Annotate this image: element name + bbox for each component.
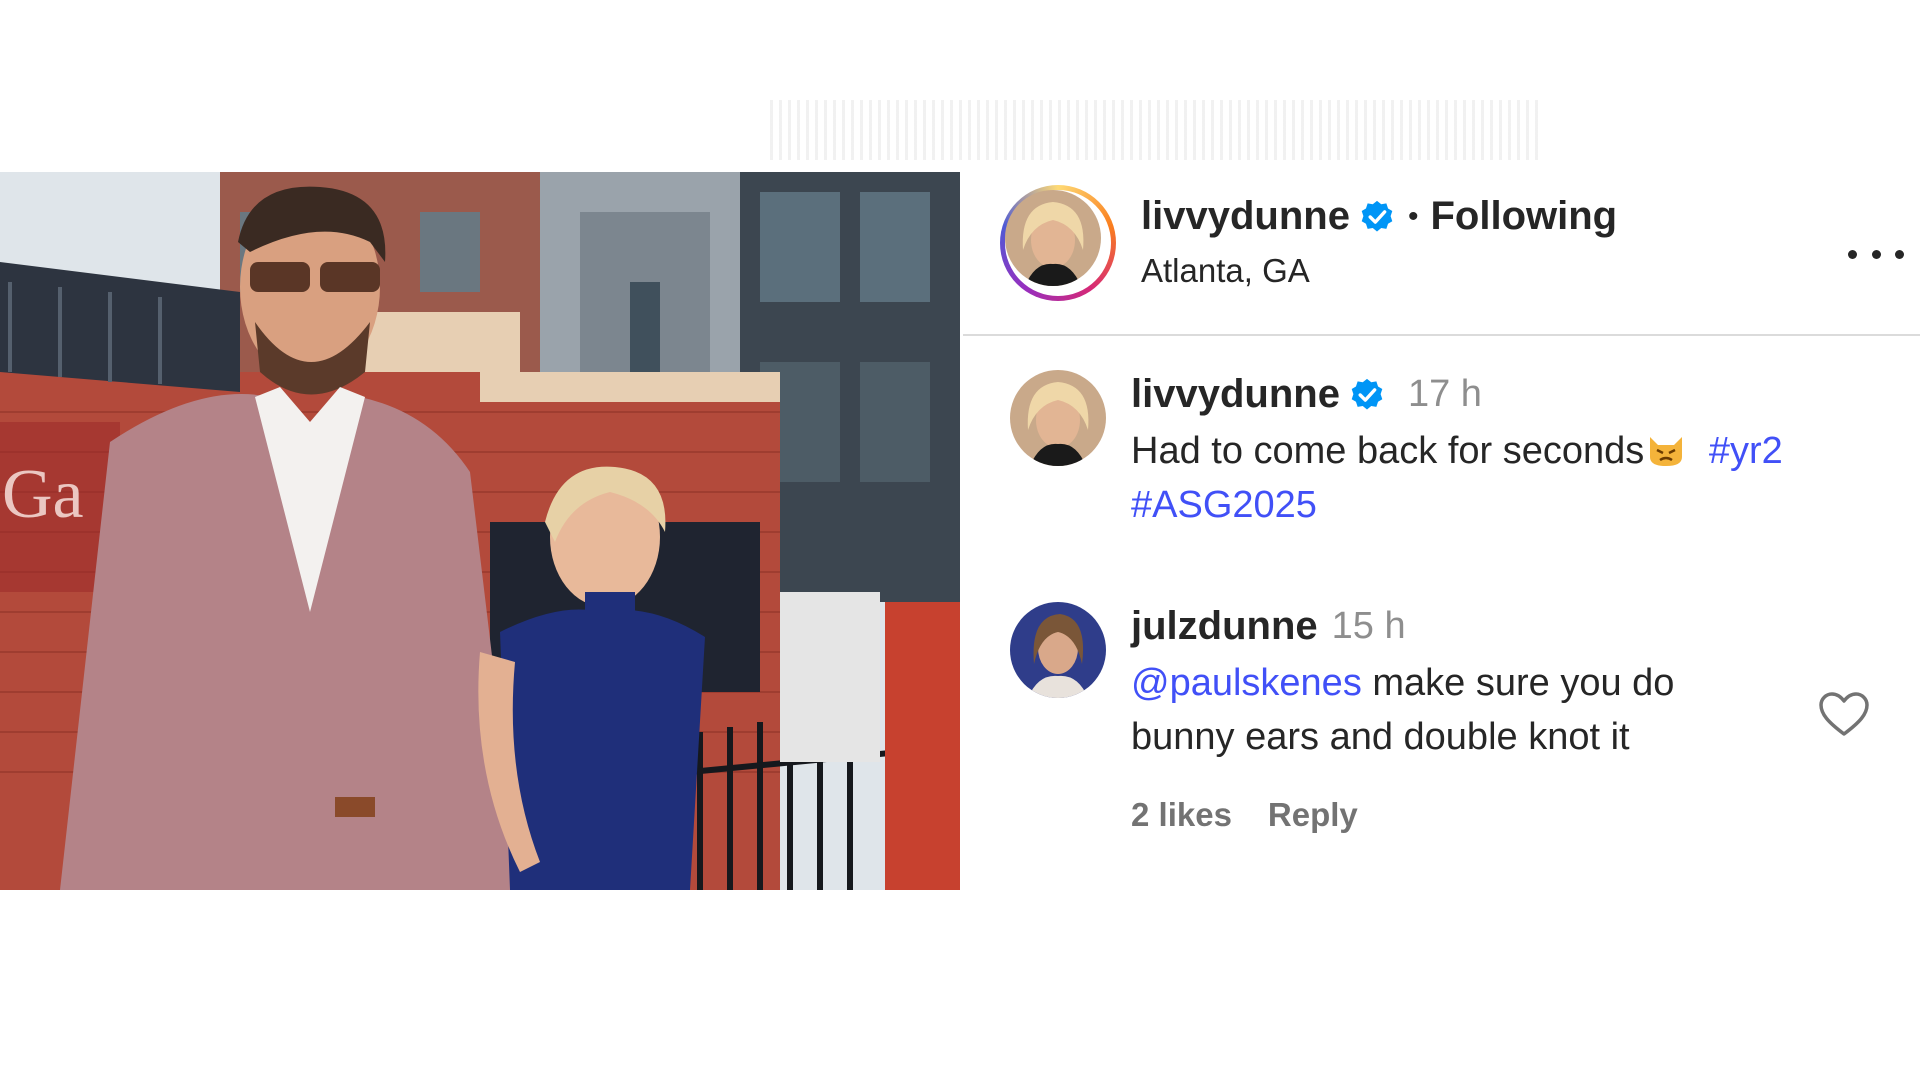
caption-body: Had to come back for seconds	[1131, 430, 1645, 472]
svg-text:Ga: Ga	[2, 456, 84, 533]
caption-header: livvydunne 17 h	[1131, 372, 1482, 417]
header-username-row: livvydunne • Following	[1141, 194, 1617, 239]
post-header: livvydunne • Following Atlanta, GA	[963, 172, 1920, 336]
caption-avatar[interactable]	[1010, 370, 1106, 466]
verified-badge-icon	[1351, 378, 1383, 409]
caption-username[interactable]: livvydunne	[1131, 372, 1340, 417]
heart-icon[interactable]	[1818, 692, 1870, 738]
faded-background-strip	[770, 100, 1540, 160]
commenter-username[interactable]: julzdunne	[1131, 604, 1318, 649]
more-dot	[1895, 249, 1904, 259]
caption-time: 17 h	[1407, 373, 1482, 415]
more-dot	[1871, 249, 1881, 259]
post-detail-panel: livvydunne • Following Atlanta, GA livvy…	[963, 172, 1920, 890]
comment-header: julzdunne 15 h	[1131, 604, 1406, 649]
pouting-cat-emoji-icon	[1650, 437, 1683, 466]
more-dot	[1848, 249, 1857, 259]
more-options-icon[interactable]	[1848, 234, 1904, 274]
verified-badge-icon	[1361, 200, 1393, 231]
separator-dot: •	[1407, 199, 1419, 233]
author-avatar-story-ring[interactable]	[1000, 185, 1116, 301]
post-location[interactable]: Atlanta, GA	[1141, 252, 1310, 290]
comment-meta: 2 likes Reply	[1131, 796, 1358, 834]
avatar	[1005, 190, 1101, 286]
author-username[interactable]: livvydunne	[1141, 194, 1350, 239]
hashtag-link[interactable]: #yr2	[1709, 430, 1783, 472]
commenter-avatar[interactable]	[1010, 602, 1106, 698]
caption-text: Had to come back for seconds #yr2 #ASG20…	[1131, 424, 1871, 532]
comment-time: 15 h	[1331, 605, 1406, 647]
follow-status-button[interactable]: Following	[1430, 194, 1617, 239]
mention-link[interactable]: @paulskenes	[1131, 662, 1362, 704]
comment-text: @paulskenes make sure you do bunny ears …	[1131, 656, 1731, 764]
post-photo[interactable]: Ga	[0, 172, 960, 890]
comment-likes-count[interactable]: 2 likes	[1131, 796, 1232, 834]
reply-button[interactable]: Reply	[1268, 796, 1358, 834]
hashtag-link[interactable]: #ASG2025	[1131, 484, 1317, 526]
